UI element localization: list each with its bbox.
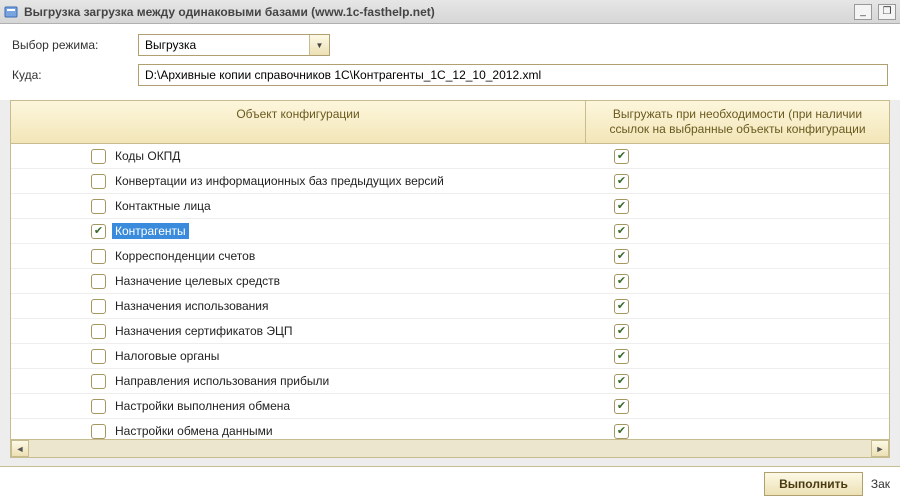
export-checkbox[interactable]: ✔ [614, 399, 629, 414]
execute-button[interactable]: Выполнить [764, 472, 863, 496]
close-button[interactable]: Зак [869, 477, 892, 491]
object-checkbox[interactable] [91, 324, 106, 339]
object-checkbox[interactable] [91, 424, 106, 439]
table-body[interactable]: Коды ОКПД ✔ Конвертации из информационных … [11, 144, 889, 439]
cell-export: ✔ [586, 299, 889, 314]
object-label: Направления использования прибыли [112, 373, 332, 389]
cell-object: Настройки обмена данными [11, 423, 586, 439]
table-row[interactable]: Настройки обмена данными ✔ [11, 419, 889, 439]
scroll-track[interactable] [29, 440, 871, 457]
cell-object: Налоговые органы [11, 348, 586, 364]
form-area: Выбор режима: ▼ Куда: [0, 24, 900, 100]
object-checkbox[interactable] [91, 349, 106, 364]
cell-object: Настройки выполнения обмена [11, 398, 586, 414]
export-checkbox[interactable]: ✔ [614, 174, 629, 189]
cell-object: ✔ Контрагенты [11, 223, 586, 239]
export-checkbox[interactable]: ✔ [614, 199, 629, 214]
cell-export: ✔ [586, 149, 889, 164]
scroll-left-icon[interactable]: ◄ [11, 440, 29, 457]
cell-object: Назначения использования [11, 298, 586, 314]
object-label: Корреспонденции счетов [112, 248, 258, 264]
object-checkbox[interactable] [91, 399, 106, 414]
object-checkbox[interactable] [91, 174, 106, 189]
mode-row: Выбор режима: ▼ [12, 34, 888, 56]
object-checkbox[interactable] [91, 149, 106, 164]
export-checkbox[interactable]: ✔ [614, 274, 629, 289]
dropdown-icon[interactable]: ▼ [309, 35, 329, 55]
object-label: Назначения сертификатов ЭЦП [112, 323, 296, 339]
scroll-right-icon[interactable]: ► [871, 440, 889, 457]
cell-object: Коды ОКПД [11, 148, 586, 164]
table-row[interactable]: ✔ Контрагенты ✔ [11, 219, 889, 244]
table-row[interactable]: Контактные лица ✔ [11, 194, 889, 219]
cell-export: ✔ [586, 199, 889, 214]
cell-object: Контактные лица [11, 198, 586, 214]
export-checkbox[interactable]: ✔ [614, 149, 629, 164]
export-checkbox[interactable]: ✔ [614, 224, 629, 239]
object-label: Назначение целевых средств [112, 273, 283, 289]
minimize-button[interactable]: _ [854, 4, 872, 20]
path-row: Куда: [12, 64, 888, 86]
object-label: Контрагенты [112, 223, 189, 239]
table-row[interactable]: Назначение целевых средств ✔ [11, 269, 889, 294]
cell-export: ✔ [586, 374, 889, 389]
table-row[interactable]: Налоговые органы ✔ [11, 344, 889, 369]
table-row[interactable]: Назначения использования ✔ [11, 294, 889, 319]
object-label: Контактные лица [112, 198, 214, 214]
cell-export: ✔ [586, 174, 889, 189]
app-icon [4, 5, 18, 19]
cell-object: Назначения сертификатов ЭЦП [11, 323, 586, 339]
window-title: Выгрузка загрузка между одинаковыми база… [24, 5, 848, 19]
object-checkbox[interactable] [91, 249, 106, 264]
path-label: Куда: [12, 68, 130, 82]
col-object-header: Объект конфигурации [11, 101, 586, 143]
config-table: Объект конфигурации Выгружать при необхо… [10, 100, 890, 458]
export-checkbox[interactable]: ✔ [614, 324, 629, 339]
export-checkbox[interactable]: ✔ [614, 249, 629, 264]
export-checkbox[interactable]: ✔ [614, 374, 629, 389]
object-label: Коды ОКПД [112, 148, 183, 164]
cell-export: ✔ [586, 224, 889, 239]
table-row[interactable]: Коды ОКПД ✔ [11, 144, 889, 169]
export-checkbox[interactable]: ✔ [614, 424, 629, 439]
object-checkbox[interactable] [91, 299, 106, 314]
maximize-button[interactable]: ❐ [878, 4, 896, 20]
table-row[interactable]: Назначения сертификатов ЭЦП ✔ [11, 319, 889, 344]
cell-object: Конвертации из информационных баз предыд… [11, 173, 586, 189]
table-row[interactable]: Корреспонденции счетов ✔ [11, 244, 889, 269]
object-checkbox[interactable] [91, 199, 106, 214]
horizontal-scrollbar[interactable]: ◄ ► [11, 439, 889, 457]
path-input[interactable] [138, 64, 888, 86]
cell-object: Назначение целевых средств [11, 273, 586, 289]
export-checkbox[interactable]: ✔ [614, 299, 629, 314]
mode-label: Выбор режима: [12, 38, 130, 52]
cell-export: ✔ [586, 349, 889, 364]
cell-export: ✔ [586, 249, 889, 264]
bottom-bar: Выполнить Зак [0, 466, 900, 500]
titlebar: Выгрузка загрузка между одинаковыми база… [0, 0, 900, 24]
cell-export: ✔ [586, 274, 889, 289]
table-row[interactable]: Направления использования прибыли ✔ [11, 369, 889, 394]
table-row[interactable]: Конвертации из информационных баз предыд… [11, 169, 889, 194]
object-checkbox[interactable]: ✔ [91, 224, 106, 239]
cell-object: Корреспонденции счетов [11, 248, 586, 264]
mode-input[interactable] [139, 35, 309, 55]
object-label: Конвертации из информационных баз предыд… [112, 173, 447, 189]
cell-object: Направления использования прибыли [11, 373, 586, 389]
col-export-header: Выгружать при необходимости (при наличии… [586, 101, 889, 143]
object-label: Настройки обмена данными [112, 423, 276, 439]
object-label: Назначения использования [112, 298, 271, 314]
object-label: Настройки выполнения обмена [112, 398, 293, 414]
execute-button-label: Выполнить [779, 477, 848, 491]
cell-export: ✔ [586, 399, 889, 414]
object-checkbox[interactable] [91, 374, 106, 389]
object-label: Налоговые органы [112, 348, 222, 364]
table-header: Объект конфигурации Выгружать при необхо… [11, 101, 889, 144]
mode-combo[interactable]: ▼ [138, 34, 330, 56]
cell-export: ✔ [586, 324, 889, 339]
object-checkbox[interactable] [91, 274, 106, 289]
export-checkbox[interactable]: ✔ [614, 349, 629, 364]
table-row[interactable]: Настройки выполнения обмена ✔ [11, 394, 889, 419]
cell-export: ✔ [586, 424, 889, 439]
